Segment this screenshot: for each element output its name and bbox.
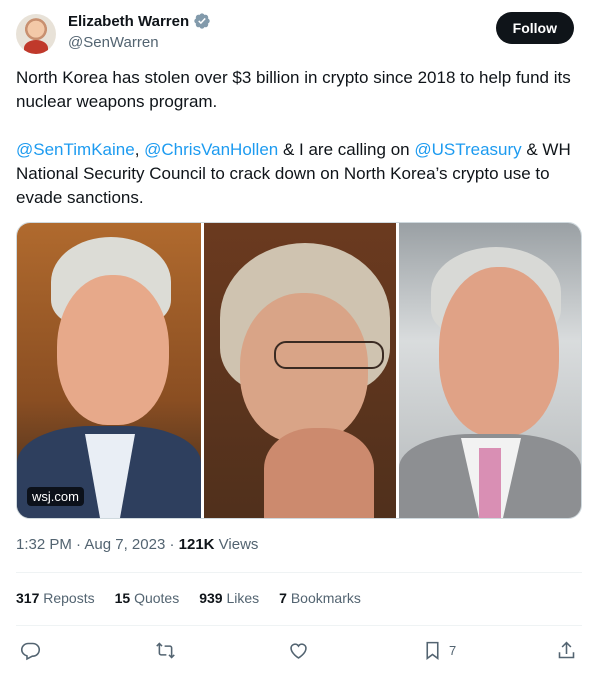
photo-van-hollen: wsj.com — [17, 223, 201, 518]
repost-icon — [156, 641, 175, 659]
mention-link[interactable]: @ChrisVanHollen — [144, 140, 278, 159]
tweet-meta: 1:32 PM · Aug 7, 2023 · 121K Views — [16, 536, 258, 553]
quotes-stat[interactable]: 15 Quotes — [115, 590, 180, 606]
handle[interactable]: @SenWarren — [68, 34, 159, 51]
divider — [16, 625, 582, 626]
avatar[interactable] — [16, 14, 56, 54]
media-card[interactable]: wsj.com — [16, 222, 582, 519]
likes-label: Likes — [226, 590, 260, 606]
tweet-text: North Korea has stolen over $3 billion i… — [16, 66, 576, 234]
quotes-count: 15 — [114, 590, 131, 606]
hand-shape — [264, 428, 374, 518]
bookmarks-label: Bookmarks — [290, 590, 361, 606]
bookmarks-stat[interactable]: 7 Bookmarks — [279, 590, 361, 606]
repost-button[interactable] — [155, 638, 176, 662]
bookmark-button[interactable]: 7 — [422, 638, 456, 662]
reposts-count: 317 — [16, 590, 40, 606]
display-name[interactable]: Elizabeth Warren — [68, 13, 189, 30]
share-button[interactable] — [556, 638, 577, 662]
text-fragment: , — [134, 140, 145, 159]
bookmark-count: 7 — [449, 642, 457, 658]
glasses-shape — [274, 341, 384, 369]
name-row: Elizabeth Warren — [68, 12, 211, 30]
tweet-paragraph-1: North Korea has stolen over $3 billion i… — [16, 68, 571, 111]
engagement-stats: 317 Reposts 15 Quotes 939 Likes 7 Bookma… — [16, 590, 361, 606]
views-count: 121K — [178, 536, 215, 553]
share-icon — [558, 641, 575, 658]
views-label: Views — [218, 536, 259, 553]
reposts-stat[interactable]: 317 Reposts — [16, 590, 95, 606]
tweet-date[interactable]: Aug 7, 2023 — [84, 536, 165, 553]
verified-badge-icon — [194, 13, 210, 29]
likes-stat[interactable]: 939 Likes — [199, 590, 259, 606]
tweet-paragraph-2: @SenTimKaine, @ChrisVanHollen & I are ca… — [16, 138, 576, 210]
text-fragment: & I are calling on — [278, 140, 415, 159]
reposts-label: Reposts — [43, 590, 95, 606]
follow-button[interactable]: Follow — [495, 12, 574, 44]
mention-link[interactable]: @USTreasury — [414, 140, 521, 159]
tie-shape — [479, 448, 501, 518]
meta-separator: · — [169, 536, 179, 553]
face-shape — [57, 275, 169, 425]
face-shape — [439, 267, 559, 437]
like-icon — [290, 642, 307, 659]
quotes-label: Quotes — [134, 590, 180, 606]
photo-kaine — [399, 223, 581, 518]
photo-warren — [204, 223, 396, 518]
tweet-header: Elizabeth Warren @SenWarren Follow — [16, 12, 574, 54]
bookmarks-count: 7 — [279, 590, 287, 606]
like-button[interactable] — [288, 638, 309, 662]
reply-icon — [20, 642, 41, 660]
action-bar: 7 — [16, 636, 582, 664]
reply-button[interactable] — [20, 638, 41, 662]
bookmark-icon — [426, 641, 439, 660]
tweet-time[interactable]: 1:32 PM — [16, 536, 72, 553]
media-source-badge: wsj.com — [27, 487, 84, 506]
divider — [16, 572, 582, 573]
mention-link[interactable]: @SenTimKaine — [16, 140, 135, 159]
likes-count: 939 — [199, 590, 223, 606]
